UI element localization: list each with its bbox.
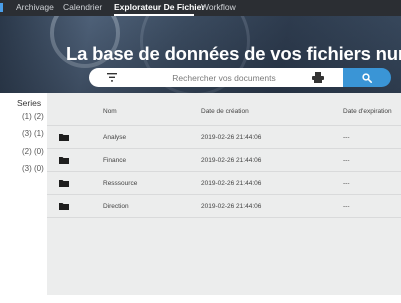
table-row[interactable]: Finance 2019-02-26 21:44:06 ---	[47, 149, 401, 172]
folder-icon	[59, 134, 69, 141]
search-icon	[362, 73, 372, 83]
table-row[interactable]: Direction 2019-02-26 21:44:06 ---	[47, 195, 401, 218]
series-sidebar: Series (1) (2) (3) (1) (2) (0) (3) (0)	[0, 93, 47, 303]
series-item[interactable]: (2) (0)	[22, 147, 44, 156]
created-date: 2019-02-26 21:44:06	[201, 134, 262, 141]
column-header-expires[interactable]: Date d'expiration	[343, 108, 392, 115]
series-item[interactable]: (1) (2)	[22, 112, 44, 121]
table-footer	[47, 295, 401, 303]
logo-mark	[0, 3, 3, 12]
column-header-name[interactable]: Nom	[103, 108, 117, 115]
nav-item-calendrier[interactable]: Calendrier	[63, 0, 102, 16]
search-button[interactable]	[343, 68, 391, 87]
nav-item-workflow[interactable]: Workflow	[201, 0, 236, 16]
expiration-date: ---	[343, 203, 350, 210]
folder-name: Resssource	[103, 180, 138, 187]
file-table: Nom Date de création Date d'expiration A…	[47, 93, 401, 303]
table-row[interactable]: Resssource 2019-02-26 21:44:06 ---	[47, 172, 401, 195]
folder-name: Direction	[103, 203, 129, 210]
created-date: 2019-02-26 21:44:06	[201, 157, 262, 164]
expiration-date: ---	[343, 134, 350, 141]
created-date: 2019-02-26 21:44:06	[201, 180, 262, 187]
folder-name: Finance	[103, 157, 127, 164]
series-item[interactable]: (3) (1)	[22, 129, 44, 138]
expiration-date: ---	[343, 157, 350, 164]
folder-name: Analyse	[103, 134, 127, 141]
series-item[interactable]: (3) (0)	[22, 164, 44, 173]
table-header: Nom Date de création Date d'expiration	[47, 93, 401, 126]
search-input[interactable]	[129, 70, 319, 85]
nav-item-explorateur[interactable]: Explorateur De Fichier	[114, 0, 205, 16]
folder-icon	[59, 180, 69, 187]
column-header-created[interactable]: Date de création	[201, 108, 249, 115]
expiration-date: ---	[343, 180, 350, 187]
created-date: 2019-02-26 21:44:06	[201, 203, 262, 210]
nav-item-explorateur-label: Explorateur De Fichier	[114, 2, 205, 12]
search-box	[89, 68, 343, 87]
series-title: Series	[17, 98, 42, 108]
filter-icon[interactable]	[107, 73, 117, 82]
table-row[interactable]: Analyse 2019-02-26 21:44:06 ---	[47, 126, 401, 149]
folder-icon	[59, 157, 69, 164]
nav-item-archivage[interactable]: Archivage	[16, 0, 54, 16]
scanner-icon[interactable]	[312, 72, 324, 83]
top-nav: Archivage Calendrier Explorateur De Fich…	[0, 0, 401, 16]
search-bar	[89, 68, 391, 87]
folder-icon	[59, 203, 69, 210]
banner-title: La base de données de vos fichiers numér…	[66, 43, 401, 64]
